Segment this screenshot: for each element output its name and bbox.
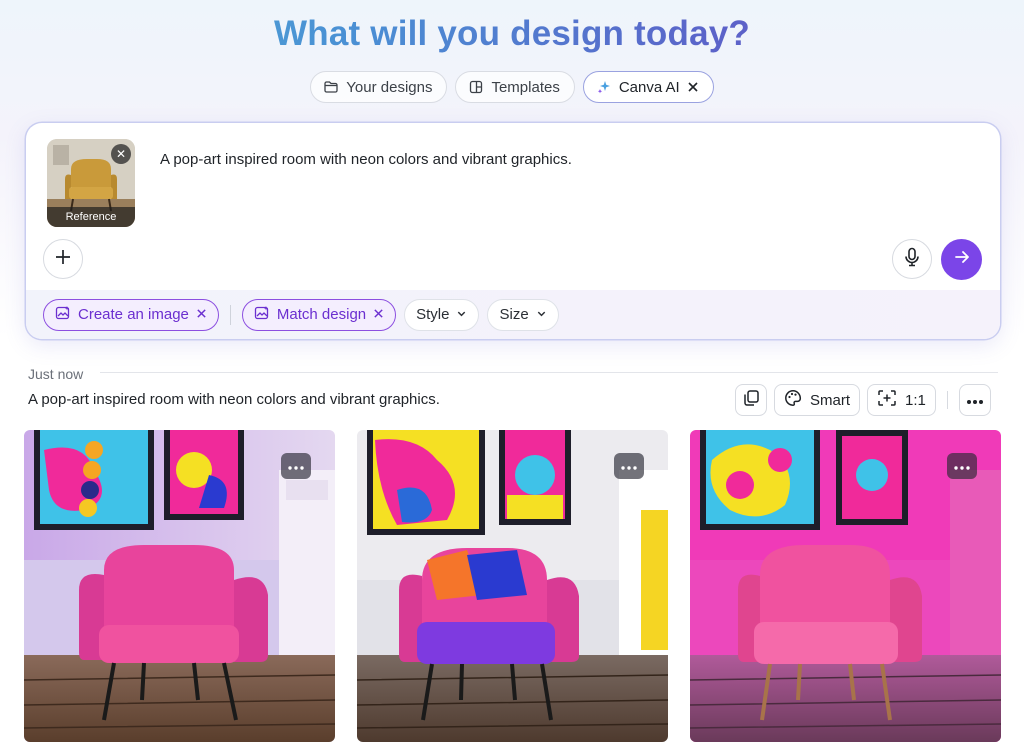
more-options-button[interactable] <box>958 384 991 416</box>
more-horizontal-icon <box>621 457 637 475</box>
prompt-card: ✕ Reference A pop-art inspired room with… <box>26 123 1000 339</box>
tab-your-designs[interactable]: Your designs <box>310 71 448 103</box>
image-options-button[interactable] <box>614 453 644 479</box>
chip-label: Style <box>416 306 450 323</box>
image-options-button[interactable] <box>947 453 977 479</box>
chip-label: Match design <box>276 306 367 323</box>
palette-icon <box>784 389 802 411</box>
match-design-chip[interactable]: Match design <box>241 298 397 331</box>
add-button[interactable] <box>43 239 83 279</box>
option-chips: Create an image Match design Style Size <box>26 290 1000 339</box>
copy-icon <box>742 389 760 411</box>
template-icon <box>468 79 484 95</box>
generated-images <box>24 430 1001 742</box>
image-options-button[interactable] <box>281 453 311 479</box>
aspect-ratio-button[interactable]: 1:1 <box>867 384 936 416</box>
voice-input-button[interactable] <box>892 239 932 279</box>
reference-label: Reference <box>47 207 135 227</box>
section-divider <box>100 372 998 373</box>
generated-image[interactable] <box>690 430 1001 742</box>
copy-prompt-button[interactable] <box>735 384 767 416</box>
reference-image[interactable]: ✕ Reference <box>47 139 135 227</box>
size-dropdown[interactable]: Size <box>487 298 559 331</box>
tab-label: Canva AI <box>618 78 680 96</box>
create-image-chip[interactable]: Create an image <box>43 298 219 331</box>
tab-templates[interactable]: Templates <box>455 71 575 103</box>
result-timestamp: Just now <box>28 366 84 382</box>
chevron-down-icon <box>536 306 547 323</box>
tab-label: Your designs <box>346 78 433 96</box>
submit-button[interactable] <box>941 239 982 280</box>
image-edit-icon <box>254 305 270 325</box>
arrow-right-icon <box>953 248 971 271</box>
style-smart-button[interactable]: Smart <box>774 384 861 416</box>
result-actions: Smart 1:1 <box>735 384 991 416</box>
mode-tabs: Your designs Templates Canva AI <box>0 71 1024 103</box>
chevron-down-icon <box>456 306 467 323</box>
remove-reference-button[interactable]: ✕ <box>111 144 131 164</box>
plus-icon <box>54 248 72 271</box>
result-prompt: A pop-art inspired room with neon colors… <box>28 391 440 408</box>
image-edit-icon <box>55 305 71 325</box>
generated-image[interactable] <box>357 430 668 742</box>
tab-label: Templates <box>491 78 560 96</box>
chip-label: Size <box>499 306 529 323</box>
more-horizontal-icon <box>966 392 984 409</box>
sparkle-icon <box>596 79 612 95</box>
microphone-icon <box>903 247 921 272</box>
close-icon[interactable] <box>687 81 699 93</box>
ratio-label: 1:1 <box>905 391 926 409</box>
actions-divider <box>946 391 948 409</box>
close-icon[interactable] <box>196 306 207 323</box>
chip-divider <box>229 304 231 325</box>
more-horizontal-icon <box>288 457 304 475</box>
folder-icon <box>323 79 339 95</box>
generated-image[interactable] <box>24 430 335 742</box>
prompt-input[interactable]: A pop-art inspired room with neon colors… <box>160 151 572 168</box>
chip-label: Create an image <box>78 306 189 323</box>
resize-icon <box>877 389 897 411</box>
smart-label: Smart <box>810 391 851 409</box>
tab-canva-ai[interactable]: Canva AI <box>582 71 714 103</box>
close-icon[interactable] <box>373 306 384 323</box>
more-horizontal-icon <box>954 457 970 475</box>
page-headline: What will you design today? <box>0 14 1024 54</box>
style-dropdown[interactable]: Style <box>404 298 480 331</box>
